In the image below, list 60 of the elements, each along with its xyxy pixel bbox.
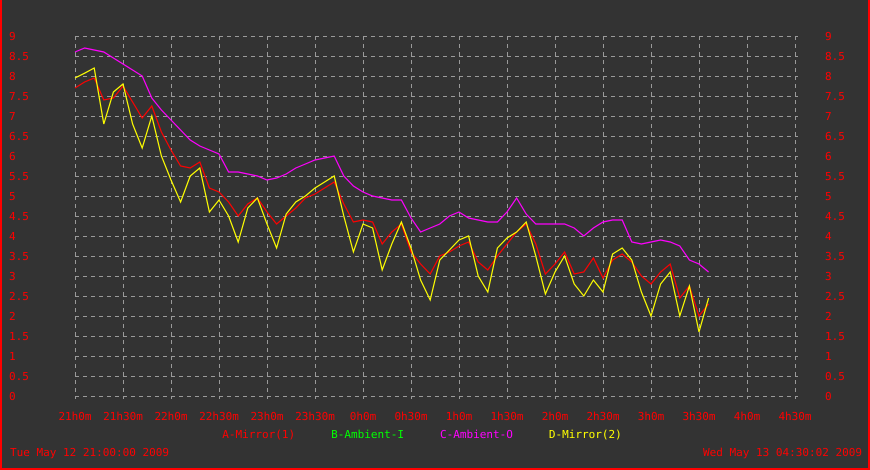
axis-label: 8 xyxy=(825,70,832,83)
axis-label: 1h0m xyxy=(446,410,472,423)
axis-label: 0h30m xyxy=(394,410,428,423)
axis-label: 7.5 xyxy=(9,90,29,103)
axis-label: 4h0m xyxy=(734,410,760,423)
axis-label: 3.5 xyxy=(9,250,29,263)
axis-label: 8.5 xyxy=(9,50,29,63)
axis-label: 1 xyxy=(825,350,832,363)
axis-label: 6.5 xyxy=(9,130,29,143)
axis-label: 9 xyxy=(825,30,832,43)
axis-label: 2.5 xyxy=(9,290,29,303)
axis-label: 7 xyxy=(9,110,16,123)
axis-label: 2h30m xyxy=(586,410,620,423)
axis-label: 5 xyxy=(9,190,16,203)
axis-label: 3 xyxy=(825,270,832,283)
axis-label: 9 xyxy=(9,30,16,43)
end-time: Wed May 13 04:30:02 2009 xyxy=(703,446,862,459)
axis-label: 7 xyxy=(825,110,832,123)
axis-label: 21h30m xyxy=(103,410,143,423)
axis-label: 6 xyxy=(825,150,832,163)
axis-label: 3h30m xyxy=(682,410,716,423)
axis-label: 0.5 xyxy=(825,370,845,383)
legend-item: A-Mirror(1) xyxy=(222,428,296,440)
axis-label: 5.5 xyxy=(9,170,29,183)
axis-label: 2 xyxy=(9,310,16,323)
axis-label: 22h30m xyxy=(199,410,239,423)
axis-label: 1 xyxy=(9,350,16,363)
axis-label: 1.5 xyxy=(825,330,845,343)
axis-label: 2 xyxy=(825,310,832,323)
axis-label: 6 xyxy=(9,150,16,163)
axis-label: 4h30m xyxy=(778,410,812,423)
axis-label: 4.5 xyxy=(825,210,845,223)
start-time: Tue May 12 21:00:00 2009 xyxy=(10,446,169,459)
axis-label: 23h0m xyxy=(250,410,284,423)
axis-label: 4 xyxy=(825,230,832,243)
axis-label: 7.5 xyxy=(825,90,845,103)
axis-label: 3.5 xyxy=(825,250,845,263)
axis-label: 0 xyxy=(9,390,16,403)
axis-label: 0h0m xyxy=(350,410,376,423)
axis-label: 0 xyxy=(825,390,832,403)
axis-label: 4 xyxy=(9,230,16,243)
axis-label: 5 xyxy=(825,190,832,203)
axis-label: 1h30m xyxy=(490,410,524,423)
legend-item: C-Ambient-O xyxy=(440,428,513,440)
axis-label: 4.5 xyxy=(9,210,29,223)
axis-label: 3h0m xyxy=(638,410,664,423)
axis-label: 8.5 xyxy=(825,50,845,63)
legend-item: B-Ambient-I xyxy=(331,428,404,440)
axis-label: 6.5 xyxy=(825,130,845,143)
axis-label: 21h0m xyxy=(58,410,92,423)
axis-label: 0.5 xyxy=(9,370,29,383)
axis-label: 2.5 xyxy=(825,290,845,303)
axis-label: 1.5 xyxy=(9,330,29,343)
axis-label: 23h30m xyxy=(295,410,335,423)
axis-label: 3 xyxy=(9,270,16,283)
axis-label: 8 xyxy=(9,70,16,83)
axis-label: 5.5 xyxy=(825,170,845,183)
legend-item: D-Mirror(2) xyxy=(548,428,622,440)
axis-label: 22h0m xyxy=(154,410,188,423)
axis-label: 2h0m xyxy=(542,410,568,423)
